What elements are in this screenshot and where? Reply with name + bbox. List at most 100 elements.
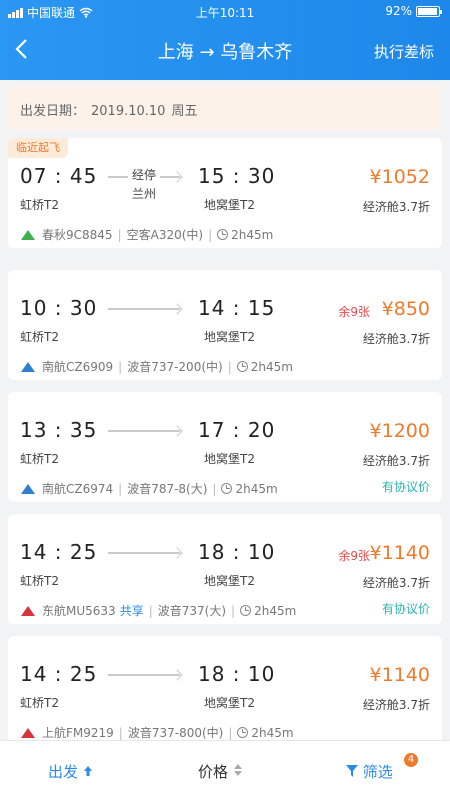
stopover-label: 经停 bbox=[127, 168, 160, 182]
route-arrow bbox=[108, 674, 180, 676]
price: ¥1140 bbox=[369, 664, 430, 686]
flight-info: 春秋9C8845 | 空客A320(中) | 2h45m bbox=[20, 226, 273, 243]
codeshare-tag: 共享 bbox=[119, 604, 144, 618]
clock-icon bbox=[221, 483, 233, 494]
arrival-time: 14 : 15 bbox=[198, 296, 276, 320]
airline-logo-icon bbox=[21, 483, 35, 494]
divider: | bbox=[117, 227, 122, 242]
divider: | bbox=[228, 725, 233, 740]
divider: | bbox=[118, 359, 123, 374]
arrival-time: 15 : 30 bbox=[198, 164, 276, 188]
app-header: 中国联通 上午10:11 92% 上海 → 乌鲁木齐 执行差标 bbox=[0, 0, 450, 80]
departure-time: 14 : 25 bbox=[20, 662, 98, 686]
clock-icon bbox=[217, 229, 229, 240]
departure-time: 14 : 25 bbox=[20, 540, 98, 564]
flight-duration: 2h45m bbox=[254, 603, 297, 618]
flight-card[interactable]: 14 : 25 虹桥T2 18 : 10 地窝堡T2 余9张 ¥1140 经济舱… bbox=[8, 514, 442, 624]
arrival-terminal: 地窝堡T2 bbox=[204, 574, 255, 588]
flight-info: 上航FM9219 | 波音737-800(中) | 2h45m bbox=[20, 724, 294, 741]
flight-info: 南航CZ6974 | 波音787-8(大) | 2h45m bbox=[20, 480, 278, 497]
airline-flight-number: 南航CZ6909 bbox=[42, 360, 114, 374]
divider: | bbox=[231, 603, 236, 618]
route-arrow bbox=[108, 308, 180, 310]
flight-info: 南航CZ6909 | 波音737-200(中) | 2h45m bbox=[20, 358, 293, 375]
flight-duration: 2h45m bbox=[235, 481, 278, 496]
stopover: 经停 兰州 bbox=[108, 166, 180, 202]
price-label: 价格 bbox=[198, 763, 229, 781]
stopover-city: 兰州 bbox=[131, 187, 156, 201]
flight-card[interactable]: 14 : 25 虹桥T2 18 : 10 地窝堡T2 ¥1140 经济舱3.7折… bbox=[8, 636, 442, 746]
flight-card[interactable]: 10 : 30 虹桥T2 14 : 15 地窝堡T2 余9张 ¥850 经济舱3… bbox=[8, 270, 442, 380]
cabin-class: 经济舱3.7折 bbox=[362, 332, 430, 346]
divider: | bbox=[118, 725, 123, 740]
aircraft-type: 波音737(大) bbox=[157, 604, 227, 618]
status-time: 上午10:11 bbox=[195, 6, 255, 20]
cabin-class: 经济舱3.7折 bbox=[362, 576, 430, 590]
clock-icon bbox=[236, 361, 248, 372]
airline-flight-number: 春秋9C8845 bbox=[42, 228, 113, 242]
agreement-price-tag: 有协议价 bbox=[381, 480, 430, 494]
weekday: 周五 bbox=[171, 104, 198, 119]
battery-percent: 92% bbox=[385, 4, 412, 18]
arrow-up-icon bbox=[83, 766, 92, 776]
battery-icon bbox=[416, 5, 442, 17]
divider: | bbox=[208, 227, 213, 242]
route-arrow bbox=[108, 552, 180, 554]
departure-terminal: 虹桥T2 bbox=[20, 452, 59, 466]
airline-flight-number: 上航FM9219 bbox=[42, 726, 114, 740]
arrival-terminal: 地窝堡T2 bbox=[204, 696, 255, 710]
price: ¥1052 bbox=[369, 166, 430, 188]
clock-icon bbox=[237, 727, 249, 738]
cabin-class: 经济舱3.7折 bbox=[362, 454, 430, 468]
divider: | bbox=[212, 481, 217, 496]
seats-remaining: 余9张 bbox=[338, 305, 370, 319]
filter-label: 筛选 bbox=[362, 763, 393, 781]
flight-card[interactable]: 13 : 35 虹桥T2 17 : 20 地窝堡T2 ¥1200 经济舱3.7折… bbox=[8, 392, 442, 502]
aircraft-type: 波音737-200(中) bbox=[127, 360, 223, 374]
sort-icon bbox=[233, 764, 242, 776]
funnel-icon bbox=[346, 765, 358, 777]
sort-by-departure-button[interactable]: 出发 bbox=[48, 761, 93, 782]
seats-remaining: 余9张 bbox=[338, 549, 370, 563]
flight-duration: 2h45m bbox=[250, 359, 293, 374]
aircraft-type: 波音737-800(中) bbox=[127, 726, 224, 740]
airline-flight-number: 南航CZ6974 bbox=[42, 482, 114, 496]
flight-info: 东航MU5633 共享 | 波音737(大) | 2h45m bbox=[20, 602, 296, 619]
divider: | bbox=[118, 481, 123, 496]
agreement-price-tag: 有协议价 bbox=[381, 602, 430, 616]
sort-by-price-button[interactable]: 价格 bbox=[198, 761, 243, 782]
status-bar: 中国联通 上午10:11 92% bbox=[0, 0, 450, 22]
price: ¥850 bbox=[381, 298, 430, 320]
flight-duration: 2h45m bbox=[231, 227, 274, 242]
route-arrow bbox=[108, 430, 180, 432]
policy-button[interactable]: 执行差标 bbox=[374, 41, 434, 62]
filter-count-badge: 4 bbox=[404, 753, 418, 767]
bottom-bar: 出发 价格 筛选 4 bbox=[0, 740, 450, 800]
clock-icon bbox=[240, 605, 252, 616]
date-label: 出发日期： bbox=[20, 104, 86, 119]
airline-flight-number: 东航MU5633 bbox=[42, 604, 116, 618]
date-value: 2019.10.10 bbox=[91, 104, 166, 119]
nav-bar: 上海 → 乌鲁木齐 执行差标 bbox=[0, 26, 450, 74]
status-right: 92% bbox=[385, 4, 442, 18]
divider: | bbox=[227, 359, 232, 374]
arrival-time: 17 : 20 bbox=[198, 418, 276, 442]
departure-terminal: 虹桥T2 bbox=[20, 696, 59, 710]
divider: | bbox=[148, 603, 153, 618]
departure-time: 13 : 35 bbox=[20, 418, 98, 442]
airline-logo-icon bbox=[21, 229, 35, 240]
departure-time: 07 : 45 bbox=[20, 164, 98, 188]
airline-logo-icon bbox=[21, 361, 35, 372]
flight-card[interactable]: 临近起飞 07 : 45 虹桥T2 经停 兰州 15 : 30 地窝堡T2 ¥10… bbox=[8, 138, 442, 248]
departure-date-bar: 出发日期： 2019.10.10 周五 bbox=[8, 86, 442, 130]
arrival-time: 18 : 10 bbox=[198, 662, 276, 686]
departure-terminal: 虹桥T2 bbox=[20, 330, 59, 344]
departure-terminal: 虹桥T2 bbox=[20, 574, 59, 588]
arrival-time: 18 : 10 bbox=[198, 540, 276, 564]
filter-button[interactable]: 筛选 bbox=[346, 761, 393, 782]
cabin-class: 经济舱3.7折 bbox=[362, 698, 430, 712]
airline-logo-icon bbox=[21, 727, 35, 738]
departure-time: 10 : 30 bbox=[20, 296, 98, 320]
aircraft-type: 波音787-8(大) bbox=[127, 482, 208, 496]
departing-soon-badge: 临近起飞 bbox=[8, 138, 68, 158]
